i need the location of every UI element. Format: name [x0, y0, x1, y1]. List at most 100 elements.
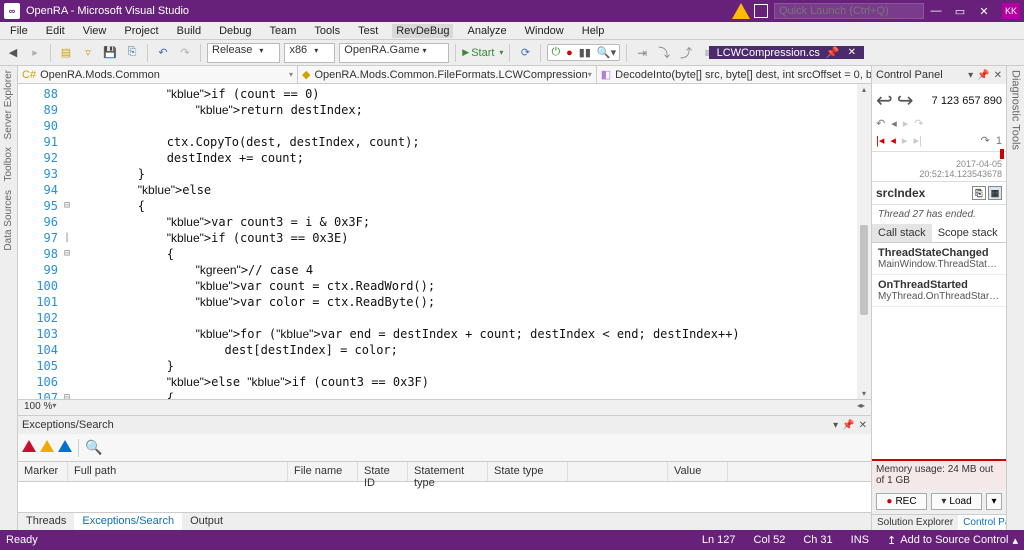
cp-step-next-icon[interactable]: ▸	[902, 134, 908, 147]
menu-tools[interactable]: Tools	[310, 24, 344, 38]
col-full-path[interactable]: Full path	[68, 462, 288, 481]
cp-pin-icon[interactable]: 📌	[977, 70, 989, 81]
left-tool-toolbox[interactable]: Toolbox	[3, 147, 14, 181]
menu-analyze[interactable]: Analyze	[463, 24, 510, 38]
method-combo[interactable]: ◧ DecodeInto(byte[] src, byte[] dest, in…	[597, 66, 871, 83]
restore-button[interactable]: ▭	[948, 5, 972, 18]
feedback-icon[interactable]	[754, 4, 768, 18]
undo-button[interactable]: ↶	[154, 44, 172, 62]
stack-tab-call-stack[interactable]: Call stack	[872, 224, 932, 242]
filter-blue-icon[interactable]	[58, 440, 72, 455]
save-all-button[interactable]: ⎘	[123, 44, 141, 62]
code-editor[interactable]: 8889909192939495969798991001011021031041…	[18, 84, 871, 399]
quick-launch-input[interactable]	[774, 3, 924, 19]
cp-step-prev-icon[interactable]: ◂	[890, 134, 896, 147]
left-tool-server-explorer[interactable]: Server Explorer	[3, 70, 14, 139]
class-combo[interactable]: ◆ OpenRA.Mods.Common.FileFormats.LCWComp…	[298, 66, 597, 83]
cp-rec-button[interactable]: REC	[876, 493, 927, 510]
step-out-icon[interactable]: ⤴	[677, 44, 695, 62]
step-into-icon[interactable]: ⤵	[655, 44, 673, 62]
cp-load-dropdown[interactable]: ▾	[986, 493, 1002, 510]
menu-edit[interactable]: Edit	[42, 24, 69, 38]
close-tab-icon[interactable]: ✕	[848, 47, 856, 58]
browser-link-button[interactable]: ⟳	[516, 44, 534, 62]
col-blank[interactable]	[568, 462, 668, 481]
revdebug-record-icon[interactable]: ●	[566, 47, 573, 59]
code-content[interactable]: "kblue">if (count == 0) "kblue">return d…	[76, 84, 857, 399]
menu-view[interactable]: View	[79, 24, 111, 38]
minimize-button[interactable]: —	[924, 5, 948, 17]
menu-debug[interactable]: Debug	[215, 24, 255, 38]
cp-fwd-small-icon[interactable]: ↷	[914, 117, 923, 130]
col-state-type[interactable]: State type	[488, 462, 568, 481]
active-file-tab[interactable]: LCWCompression.cs 📌 ✕	[709, 46, 864, 59]
quick-launch[interactable]	[774, 3, 924, 19]
col-value[interactable]: Value	[668, 462, 728, 481]
stack-frame[interactable]: OnThreadStartedMyThread.OnThreadStarted	[872, 275, 1006, 307]
zoom-combo[interactable]: 100 % ▾ ◂ ▸	[18, 399, 871, 415]
namespace-combo[interactable]: C# OpenRA.Mods.Common ▾	[18, 66, 298, 83]
col-state-id[interactable]: State ID	[358, 462, 408, 481]
bottom-tab-output[interactable]: Output	[182, 513, 231, 530]
bottom-tab-exceptions-search[interactable]: Exceptions/Search	[74, 513, 182, 530]
window-position-icon[interactable]: ▾	[833, 420, 838, 431]
stack-tab-scope-stack[interactable]: Scope stack	[932, 224, 1004, 242]
revdebug-power-icon[interactable]: ⏻	[551, 46, 560, 59]
cp-back-small-icon[interactable]: ↶	[876, 117, 885, 130]
close-pane-icon[interactable]: ✕	[859, 420, 867, 431]
user-badge[interactable]: KK	[1002, 3, 1020, 19]
cp-window-pos-icon[interactable]: ▾	[968, 70, 973, 81]
stack-frame[interactable]: ThreadStateChangedMainWindow.ThreadState…	[872, 243, 1006, 275]
right-tool-diagnostic-tools[interactable]: Diagnostic Tools	[1010, 70, 1022, 150]
cp-step-first-icon[interactable]: |◂	[876, 134, 884, 147]
exceptions-grid[interactable]: MarkerFull pathFile nameState IDStatemen…	[18, 462, 871, 512]
cp-timeline[interactable]	[872, 151, 1006, 157]
startup-project-combo[interactable]: OpenRA.Game ▾	[339, 43, 449, 63]
nav-back-button[interactable]: ◀	[4, 44, 22, 62]
new-file-button[interactable]: ▤	[57, 44, 75, 62]
pin-icon[interactable]: 📌	[826, 46, 840, 59]
cp-load-button[interactable]: Load	[931, 493, 982, 510]
cp-tab-solution-explorer[interactable]: Solution Explorer	[872, 515, 958, 530]
bottom-tab-threads[interactable]: Threads	[18, 513, 74, 530]
menu-file[interactable]: File	[6, 24, 32, 38]
cp-prev-arrow-icon[interactable]: ↩	[876, 88, 893, 113]
fold-gutter[interactable]: ⊟|⊟⊟	[64, 84, 76, 399]
filter-red-icon[interactable]	[22, 440, 36, 455]
vertical-scrollbar[interactable]: ▴ ▾	[857, 84, 871, 399]
menu-build[interactable]: Build	[173, 24, 205, 38]
menu-test[interactable]: Test	[354, 24, 382, 38]
start-button[interactable]: Start ▾	[462, 47, 503, 59]
step-over-icon[interactable]: ⇥	[633, 44, 651, 62]
nav-fwd-button[interactable]: ▸	[26, 44, 44, 62]
menu-revdebug[interactable]: RevDeBug	[392, 24, 453, 38]
cp-close-icon[interactable]: ✕	[994, 70, 1002, 81]
menu-project[interactable]: Project	[120, 24, 162, 38]
cp-detail-icon[interactable]: ▦	[988, 186, 1002, 200]
revdebug-search-icon[interactable]: 🔍▾	[597, 46, 616, 59]
cp-next-arrow-icon[interactable]: ↪	[897, 88, 914, 113]
open-button[interactable]: ▿	[79, 44, 97, 62]
col-marker[interactable]: Marker	[18, 462, 68, 481]
close-button[interactable]: ✕	[972, 5, 996, 18]
save-button[interactable]: 💾	[101, 44, 119, 62]
notification-icon[interactable]	[732, 3, 750, 19]
col-file-name[interactable]: File name	[288, 462, 358, 481]
col-statement-type[interactable]: Statement type	[408, 462, 488, 481]
cp-step-back-icon[interactable]: ◂	[891, 117, 897, 130]
filter-orange-icon[interactable]	[40, 440, 54, 455]
left-tool-data-sources[interactable]: Data Sources	[3, 190, 14, 251]
add-source-control[interactable]: ↥ Add to Source Control ▴	[887, 534, 1018, 547]
autohide-icon[interactable]: 📌	[842, 420, 854, 431]
config-combo[interactable]: Release ▾	[207, 43, 280, 63]
menu-team[interactable]: Team	[266, 24, 301, 38]
cp-step-last-icon[interactable]: ▸|	[913, 134, 921, 147]
menu-window[interactable]: Window	[521, 24, 568, 38]
search-icon[interactable]: 🔍	[85, 439, 102, 456]
revdebug-pause-icon[interactable]: ▮▮	[579, 46, 591, 59]
menu-help[interactable]: Help	[578, 24, 609, 38]
cp-step-fwd-icon[interactable]: ▸	[903, 117, 909, 130]
cp-copy-icon[interactable]: ⎘	[972, 186, 986, 200]
redo-button[interactable]: ↷	[176, 44, 194, 62]
platform-combo[interactable]: x86 ▾	[284, 43, 335, 63]
